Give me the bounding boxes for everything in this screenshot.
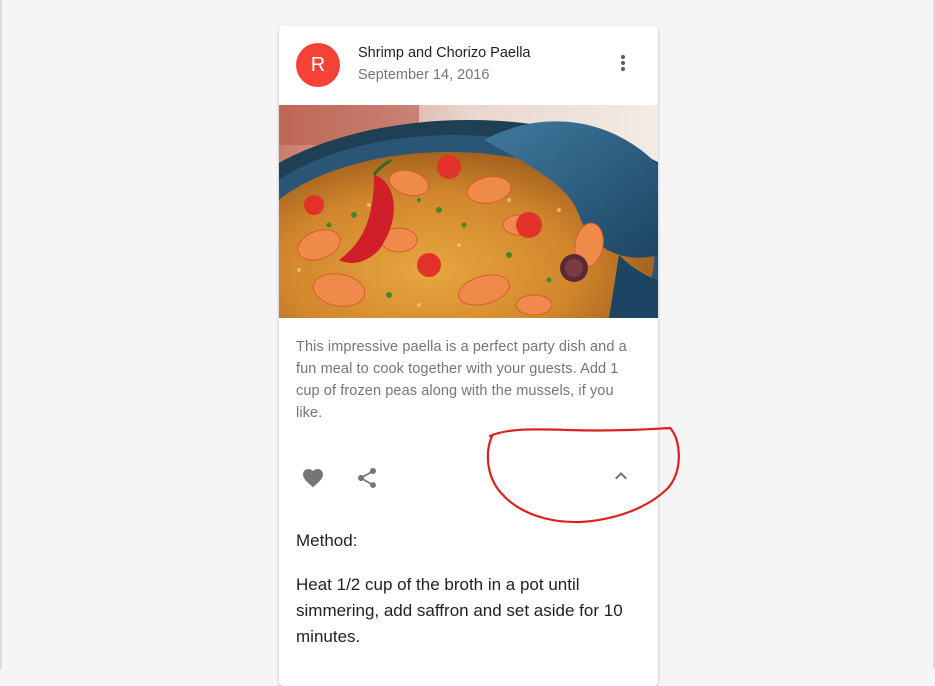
card-title: Shrimp and Chorizo Paella: [358, 45, 531, 61]
more-vert-icon: [620, 54, 626, 72]
share-icon: [358, 468, 376, 488]
recipe-card: R Shrimp and Chorizo Paella September 14…: [279, 26, 658, 686]
page-left-edge: [0, 0, 2, 669]
card-header: R Shrimp and Chorizo Paella September 14…: [279, 26, 658, 105]
card-subheader: September 14, 2016: [358, 67, 490, 83]
avatar: R: [296, 43, 340, 87]
add-to-favorites-button[interactable]: [291, 456, 335, 500]
heart-icon: [303, 469, 323, 488]
hand-drawn-circle-annotation: [486, 426, 680, 524]
paella-illustration: [279, 105, 658, 318]
method-step-text: Heat 1/2 cup of the broth in a pot until…: [296, 575, 623, 646]
method-heading: Method:: [296, 531, 358, 550]
share-button[interactable]: [345, 456, 389, 500]
paella-image: [279, 105, 658, 318]
more-options-button[interactable]: [603, 43, 643, 83]
card-description: This impressive paella is a perfect part…: [296, 339, 627, 421]
